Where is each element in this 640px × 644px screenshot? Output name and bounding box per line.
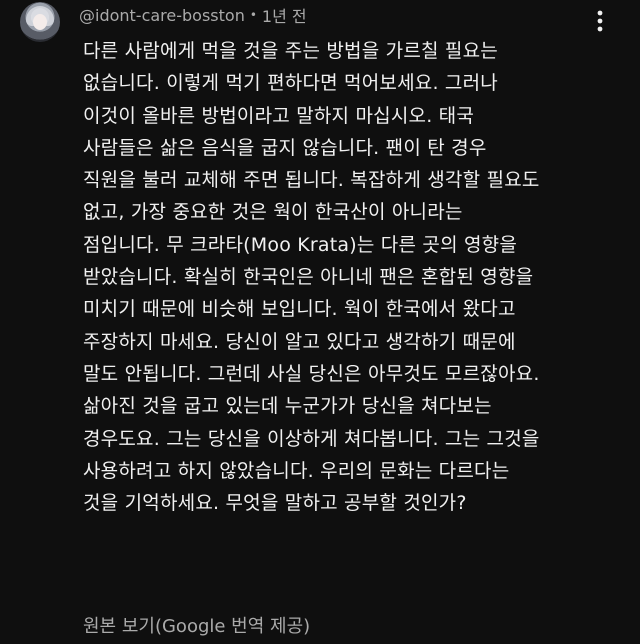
comment-line: 다른 사람에게 먹을 것을 주는 방법을 가르칠 필요는	[83, 40, 498, 62]
comment-line: 사람들은 삶은 음식을 굽지 않습니다. 팬이 탄 경우	[83, 136, 487, 159]
comment-header: @idont-care-bosston • 1년 전	[79, 3, 307, 27]
comment-line: 미치기 때문에 비슷해 보입니다. 웍이 한국에서 왔다고	[83, 298, 516, 321]
comment-line: 말도 안됩니다. 그런데 사실 당신은 아무것도 모르잖아요.	[83, 362, 540, 385]
comment-line: 없고, 가장 중요한 것은 웍이 한국산이 아니라는	[83, 201, 463, 224]
comment-thread: @idont-care-bosston • 1년 전 다른 사람에게 먹을 것을…	[0, 0, 640, 644]
avatar-face	[33, 14, 47, 30]
avatar[interactable]	[20, 2, 60, 42]
comment-timestamp[interactable]: 1년 전	[262, 3, 307, 27]
comment-line: 사용하려고 하지 않았습니다. 우리의 문화는 다르다는	[83, 459, 510, 482]
comment-line: 점입니다. 무 크라타(Moo Krata)는 다른 곳의 영향을	[83, 233, 518, 256]
header-separator: •	[249, 8, 257, 22]
comment-line: 직원을 불러 교체해 주면 됩니다. 복잡하게 생각할 필요도	[83, 169, 540, 192]
author-name[interactable]: @idont-care-bosston	[79, 6, 245, 25]
comment-line: 것을 기억하세요. 무엇을 말하고 공부할 것인가?	[83, 492, 467, 515]
comment-line: 이것이 올바른 방법이라고 말하지 마십시오. 태국	[83, 104, 475, 127]
comment-line: 삶아진 것을 굽고 있는데 누군가가 당신을 쳐다보는	[83, 395, 492, 418]
comment-line: 받았습니다. 확실히 한국인은 아니네 팬은 혼합된 영향을	[83, 266, 534, 289]
comment-line: 주장하지 마세요. 당신이 알고 있다고 생각하기 때문에	[83, 330, 516, 353]
see-original-link[interactable]: 원본 보기(Google 번역 제공)	[83, 612, 310, 638]
comment-line: 없습니다. 이렇게 먹기 편하다면 먹어보세요. 그러나	[83, 72, 498, 95]
comment-line: 경우도요. 그는 당신을 이상하게 쳐다봅니다. 그는 그것을	[83, 427, 540, 450]
more-options-button[interactable]	[588, 4, 612, 38]
vertical-ellipsis-icon	[597, 10, 603, 32]
comment-body: 다른 사람에게 먹을 것을 주는 방법을 가르칠 필요는 없습니다. 이렇게 먹…	[83, 35, 623, 519]
